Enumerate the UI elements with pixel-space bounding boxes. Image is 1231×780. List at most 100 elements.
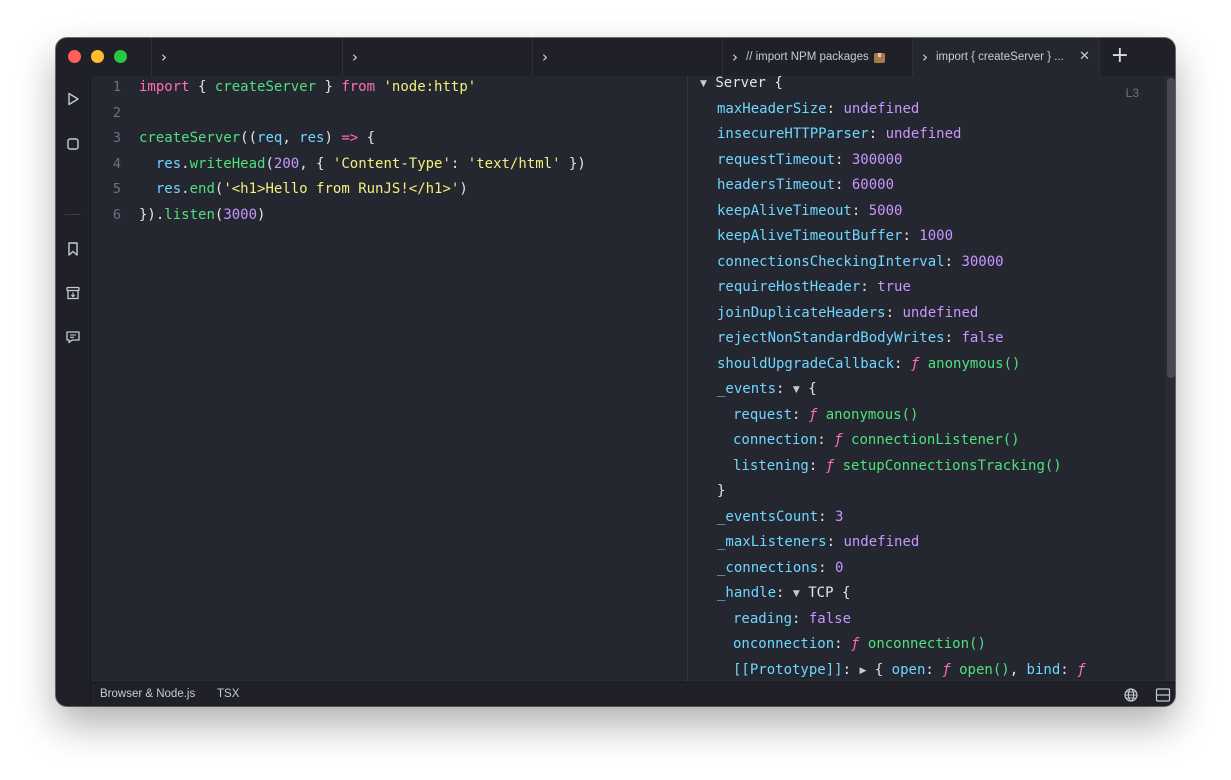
result-row: reading: false (733, 609, 851, 629)
code-text: }).listen(3000) (139, 205, 265, 225)
result-token (817, 407, 825, 423)
code-token: => (341, 130, 359, 146)
code-line[interactable]: 4 res.writeHead(200, { 'Content-Type': '… (91, 154, 681, 174)
tab-npm-packages[interactable]: › // import NPM packages (722, 38, 912, 76)
result-scrollbar[interactable] (1165, 76, 1175, 682)
code-token: : (450, 155, 468, 172)
new-tab-button[interactable]: + (1111, 43, 1129, 69)
result-token: anonymous() (825, 406, 919, 423)
result-token: joinDuplicateHeaders (717, 304, 886, 321)
result-token: : (818, 559, 836, 576)
result-pane[interactable]: L3 ▼ Server {maxHeaderSize: undefined ins… (687, 76, 1175, 682)
code-text: res.end('<h1>Hello from RunJS!</h1>') (139, 179, 468, 199)
result-token: } (717, 483, 726, 499)
code-token: { (358, 130, 376, 146)
code-editor[interactable]: 1 import { createServer } from 'node:http… (91, 76, 687, 682)
language-selector[interactable]: TSX (217, 688, 239, 700)
result-token: , (1009, 661, 1027, 678)
environment-selector[interactable]: Browser & Node.js (100, 688, 195, 700)
tab-1[interactable]: › (151, 38, 342, 76)
result-row: keepAliveTimeout: 5000 (717, 201, 902, 221)
message-icon[interactable] (65, 329, 81, 345)
collapse-triangle-icon[interactable]: ▶ (859, 666, 866, 676)
code-token: req (257, 130, 283, 146)
result-token: maxHeaderSize (717, 100, 827, 117)
result-token: request (733, 406, 793, 423)
stop-icon[interactable] (65, 136, 81, 152)
result-token: : (925, 661, 943, 678)
bookmark-icon[interactable] (65, 241, 81, 257)
result-token: : (944, 330, 962, 346)
split-layout-icon[interactable] (1155, 687, 1171, 703)
window-minimize-button[interactable] (91, 50, 104, 63)
result-token: _handle (717, 585, 777, 601)
result-token: : (835, 177, 852, 193)
result-token: : (885, 304, 903, 321)
result-token: ƒ (834, 432, 843, 448)
result-token: keepAliveTimeoutBuffer (717, 228, 903, 244)
result-row: _connections: 0 (717, 558, 843, 578)
result-token: 5000 (868, 202, 903, 219)
result-token: : (817, 432, 835, 448)
collapse-triangle-icon[interactable]: ▼ (793, 385, 800, 395)
result-token: [[Prototype]] (733, 661, 843, 678)
result-token: : (834, 636, 852, 652)
code-line[interactable]: 3 createServer((req, res) => { (91, 128, 681, 148)
code-token: } (316, 79, 342, 95)
code-token: res (299, 130, 325, 146)
result-row: _eventsCount: 3 (717, 507, 843, 527)
code-token: 'Content-Type' (332, 155, 451, 172)
code-text: res.writeHead(200, { 'Content-Type': 'te… (139, 154, 586, 174)
code-line[interactable]: 6}).listen(3000) (91, 205, 681, 225)
archive-icon[interactable] (65, 285, 81, 301)
result-row: keepAliveTimeoutBuffer: 1000 (717, 226, 953, 246)
code-token: ) (459, 181, 468, 197)
result-token: : (826, 100, 844, 117)
tab-2[interactable]: › (342, 38, 532, 76)
code-text: import { createServer } from 'node:http' (139, 77, 476, 97)
play-icon[interactable] (65, 91, 81, 107)
result-token: open (891, 661, 926, 678)
result-token: connection (733, 432, 818, 448)
collapse-triangle-icon[interactable]: ▼ (793, 589, 800, 599)
result-token: onconnection (733, 636, 835, 652)
result-token: 0 (835, 559, 844, 576)
code-token: listen (164, 206, 215, 223)
result-row: connectionsCheckingInterval: 30000 (717, 252, 1004, 272)
tab-label: // import NPM packages (746, 51, 869, 63)
code-line[interactable]: 1 import { createServer } from 'node:http… (91, 77, 681, 97)
result-row: } (717, 481, 725, 501)
code-line[interactable]: 5 res.end('<h1>Hello from RunJS!</h1>') (91, 179, 681, 199)
code-line[interactable]: 2 (91, 103, 681, 123)
result-row[interactable]: _events: ▼ { (717, 379, 817, 399)
tab-3[interactable]: › (532, 38, 722, 76)
result-token: setupConnectionsTracking() (842, 457, 1062, 474)
result-token: undefined (843, 100, 920, 117)
result-token: _maxListeners (717, 534, 827, 550)
close-tab-icon[interactable]: ✕ (1079, 49, 1090, 64)
code-token: res (155, 181, 182, 197)
tab-active-create-server[interactable]: › import { createServer } ... ✕ (912, 38, 1100, 76)
result-row[interactable]: [[Prototype]]: ▶ { open: ƒ open(), bind:… (733, 660, 1086, 680)
globe-icon[interactable] (1123, 687, 1139, 703)
code-token: . (181, 155, 190, 172)
result-token: : (776, 585, 793, 601)
sidebar (56, 76, 91, 706)
result-token: : (826, 534, 844, 550)
result-token: : (894, 355, 911, 372)
result-row: maxHeaderSize: undefined (717, 99, 919, 119)
result-token: : (808, 457, 826, 474)
collapse-triangle-icon[interactable]: ▼ (700, 79, 707, 89)
code-token: }) (560, 155, 586, 172)
window-close-button[interactable] (68, 50, 81, 63)
window-maximize-button[interactable] (114, 50, 127, 63)
result-token: anonymous() (927, 355, 1021, 372)
result-token: connectionListener() (851, 432, 1020, 448)
result-token: headersTimeout (717, 177, 836, 193)
result-row[interactable]: _handle: ▼ TCP { (717, 583, 850, 603)
result-token: open() (959, 661, 1010, 678)
result-scrollbar-thumb[interactable] (1167, 78, 1175, 378)
result-token: : (1060, 661, 1078, 678)
result-row[interactable]: ▼ Server { (700, 76, 783, 93)
result-token: _connections (717, 559, 819, 576)
